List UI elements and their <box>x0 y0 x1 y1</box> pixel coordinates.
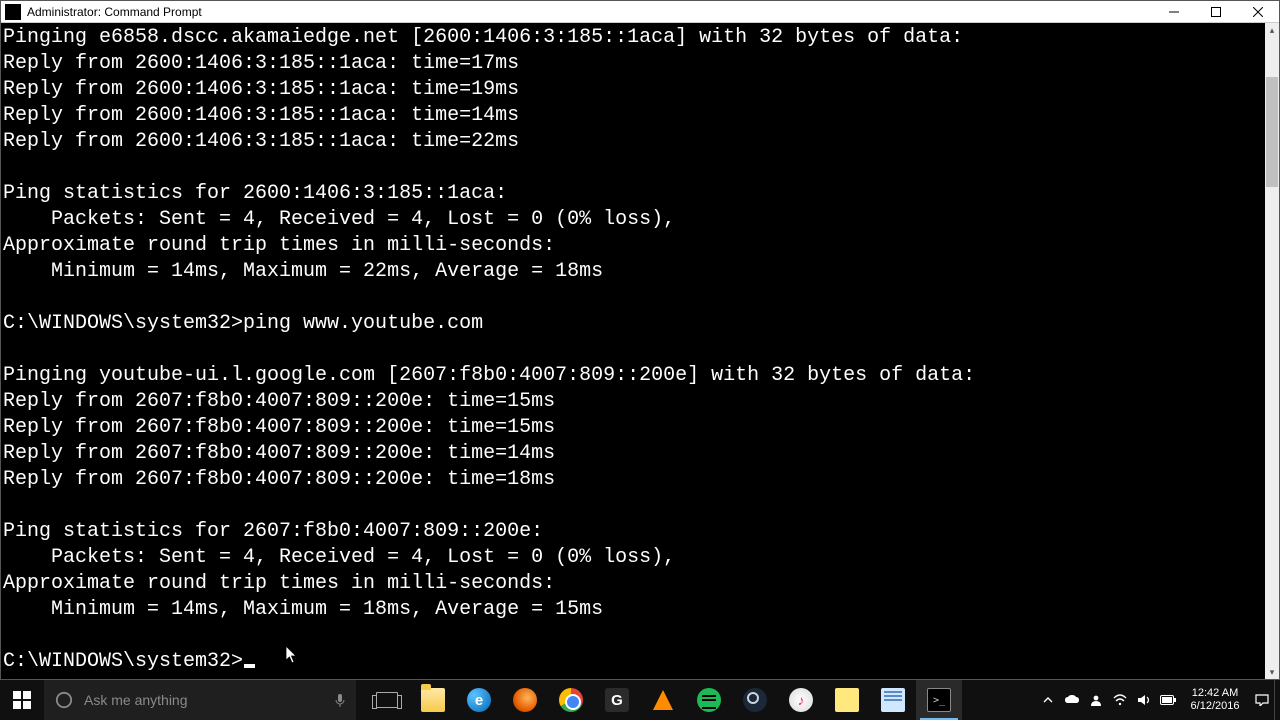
taskbar-app-notepad[interactable] <box>870 680 916 720</box>
terminal-output[interactable]: Pinging e6858.dscc.akamaiedge.net [2600:… <box>1 23 1265 679</box>
close-button[interactable] <box>1237 1 1279 22</box>
taskbar-app-vlc[interactable] <box>640 680 686 720</box>
taskbar-app-cmd[interactable] <box>916 680 962 720</box>
taskbar-apps: G <box>364 680 962 720</box>
command-prompt-window: Administrator: Command Prompt Pinging e6… <box>0 0 1280 680</box>
text-cursor <box>244 664 255 668</box>
cmd-icon <box>927 688 951 712</box>
terminal-area: Pinging e6858.dscc.akamaiedge.net [2600:… <box>1 23 1279 679</box>
spotify-icon <box>697 688 721 712</box>
taskbar-app-firefox[interactable] <box>502 680 548 720</box>
vertical-scrollbar[interactable]: ▴ ▾ <box>1265 23 1279 679</box>
chrome-icon <box>559 688 583 712</box>
taskbar-app-grammarly[interactable]: G <box>594 680 640 720</box>
tray-onedrive-icon[interactable] <box>1060 680 1084 720</box>
titlebar[interactable]: Administrator: Command Prompt <box>1 1 1279 23</box>
search-box[interactable]: Ask me anything <box>44 680 356 720</box>
tray-time: 12:42 AM <box>1184 687 1246 700</box>
task-view-icon <box>376 692 398 708</box>
taskbar: Ask me anything G 12:42 AM 6/12/2016 <box>0 680 1280 720</box>
taskbar-app-steam[interactable] <box>732 680 778 720</box>
app-icon <box>5 4 21 20</box>
tray-date: 6/12/2016 <box>1184 700 1246 713</box>
taskbar-app-edge[interactable] <box>456 680 502 720</box>
steam-icon <box>743 688 767 712</box>
window-buttons <box>1153 1 1279 22</box>
search-placeholder: Ask me anything <box>84 692 324 708</box>
minimize-button[interactable] <box>1153 1 1195 22</box>
tray-network-icon[interactable] <box>1108 680 1132 720</box>
itunes-icon <box>789 688 813 712</box>
tray-volume-icon[interactable] <box>1132 680 1156 720</box>
action-center-icon[interactable] <box>1250 680 1274 720</box>
taskbar-app-file-explorer[interactable] <box>410 680 456 720</box>
taskbar-app-spotify[interactable] <box>686 680 732 720</box>
taskbar-app-itunes[interactable] <box>778 680 824 720</box>
scroll-thumb[interactable] <box>1266 77 1278 187</box>
sticky-notes-icon <box>835 688 859 712</box>
show-desktop-button[interactable] <box>1274 680 1280 720</box>
firefox-icon <box>513 688 537 712</box>
scroll-track[interactable] <box>1265 37 1279 665</box>
tray-chevron-icon[interactable] <box>1036 680 1060 720</box>
taskbar-app-chrome[interactable] <box>548 680 594 720</box>
tray-people-icon[interactable] <box>1084 680 1108 720</box>
cortana-icon <box>44 691 84 709</box>
scroll-up-button[interactable]: ▴ <box>1265 23 1279 37</box>
maximize-button[interactable] <box>1195 1 1237 22</box>
edge-icon <box>467 688 491 712</box>
notepad-icon <box>881 688 905 712</box>
tray-clock[interactable]: 12:42 AM 6/12/2016 <box>1180 687 1250 713</box>
tray-battery-icon[interactable] <box>1156 680 1180 720</box>
start-button[interactable] <box>0 680 44 720</box>
grammarly-icon: G <box>605 688 629 712</box>
window-title: Administrator: Command Prompt <box>25 5 1153 19</box>
scroll-down-button[interactable]: ▾ <box>1265 665 1279 679</box>
taskbar-app-task-view[interactable] <box>364 680 410 720</box>
taskbar-app-sticky-notes[interactable] <box>824 680 870 720</box>
vlc-icon <box>653 690 673 710</box>
file-explorer-icon <box>421 688 445 712</box>
system-tray: 12:42 AM 6/12/2016 <box>1036 680 1280 720</box>
microphone-icon[interactable] <box>324 693 356 707</box>
